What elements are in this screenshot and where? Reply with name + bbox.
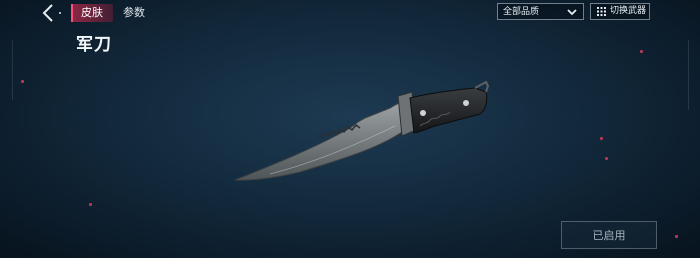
tab-skin[interactable]: 皮肤: [71, 4, 113, 22]
weapon-name: 军刀: [76, 35, 112, 55]
tab-parameters[interactable]: 参数: [113, 4, 155, 22]
quality-filter-value: 全部品质: [503, 7, 540, 17]
switch-weapon-label: 切换武器: [610, 6, 647, 16]
chevron-left-icon: [42, 4, 53, 22]
particle: [600, 137, 603, 140]
particle: [675, 235, 678, 238]
particle: [640, 50, 643, 53]
dot-icon: [59, 12, 61, 14]
particle: [89, 203, 92, 206]
frame-line-left: [12, 40, 13, 100]
grid-icon: [597, 7, 606, 16]
particle: [605, 157, 608, 160]
chevron-down-icon: [567, 9, 577, 16]
equipped-button[interactable]: 已启用: [561, 221, 657, 249]
particle: [21, 80, 24, 83]
knife-model: [234, 80, 490, 181]
switch-weapon-button[interactable]: 切换武器: [590, 3, 650, 20]
quality-filter-dropdown[interactable]: 全部品质: [497, 3, 584, 20]
tab-bar: 皮肤 参数: [71, 4, 155, 22]
back-button[interactable]: [40, 3, 66, 23]
frame-line-right: [688, 40, 689, 110]
